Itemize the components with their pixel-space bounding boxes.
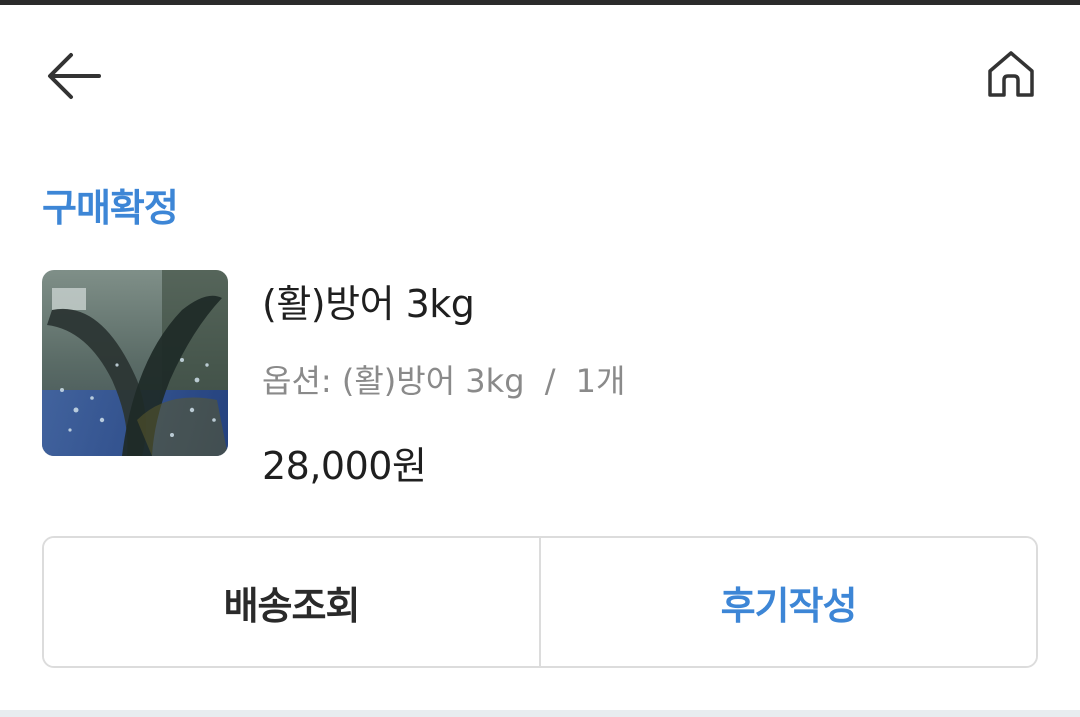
home-button[interactable] [978, 41, 1044, 107]
product-option: 옵션: (활)방어 3kg / 1개 [262, 358, 625, 404]
product-price: 28,000원 [262, 444, 427, 488]
write-review-button[interactable]: 후기작성 [541, 538, 1036, 666]
order-actions: 배송조회 후기작성 [42, 536, 1038, 668]
option-separator: / [544, 362, 556, 400]
option-value: (활)방어 3kg [341, 362, 525, 400]
section-divider [0, 710, 1080, 717]
option-label: 옵션: [262, 362, 332, 400]
order-status: 구매확정 [42, 186, 179, 230]
home-icon [988, 51, 1034, 97]
fish-tank-photo [42, 270, 228, 456]
track-delivery-button[interactable]: 배송조회 [44, 538, 541, 666]
arrow-left-icon [48, 53, 101, 99]
option-quantity: 1개 [575, 362, 626, 400]
back-button[interactable] [40, 43, 106, 109]
product-name[interactable]: (활)방어 3kg [262, 278, 475, 330]
top-nav [0, 5, 1080, 145]
product-image[interactable] [42, 270, 228, 456]
